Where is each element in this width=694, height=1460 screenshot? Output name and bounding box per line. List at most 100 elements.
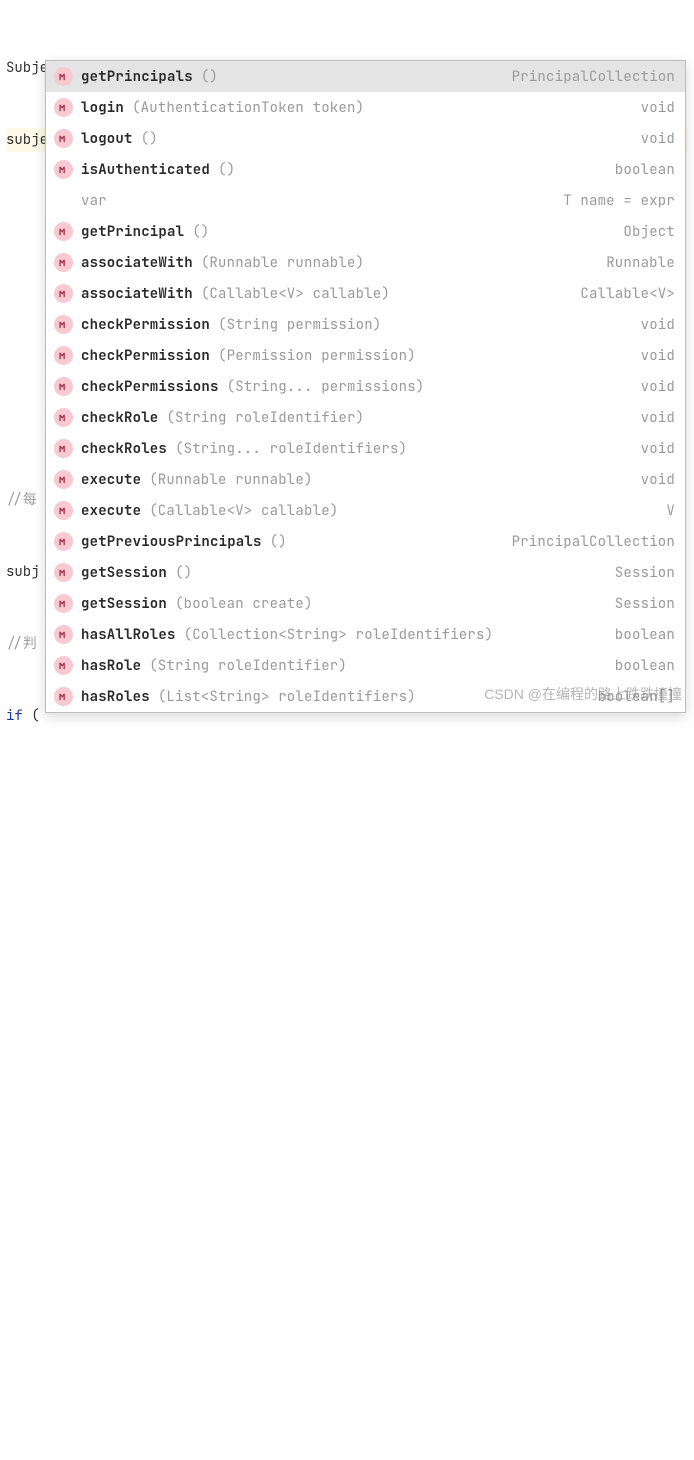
completion-item[interactable]: login(AuthenticationToken token)void	[46, 92, 685, 123]
completion-item[interactable]: hasRoles (List<String> roleIdentifiers) bo…	[46, 681, 685, 712]
method-icon	[54, 408, 73, 427]
completion-return-type: Session	[615, 595, 675, 613]
token-text: subj	[6, 563, 40, 581]
completion-item[interactable]: getSession (boolean create) Session	[46, 588, 685, 619]
method-icon	[54, 346, 73, 365]
completion-params: (String permission)	[218, 316, 381, 334]
completion-item[interactable]: execute (Runnable runnable) void	[46, 464, 685, 495]
completion-name: hasRoles	[81, 688, 150, 706]
completion-item[interactable]: getPrincipals () PrincipalCollection	[46, 61, 685, 92]
code-line	[6, 1352, 688, 1376]
completion-return-type: boolean[]	[598, 688, 675, 706]
completion-return-type: void	[641, 347, 675, 365]
completion-item[interactable]: getSession()Session	[46, 557, 685, 588]
completion-name: checkPermission	[81, 316, 210, 334]
completion-name: getPreviousPrincipals	[81, 533, 262, 551]
method-icon	[54, 687, 73, 706]
completion-return-type: void	[641, 409, 675, 427]
completion-item[interactable]: logout () void	[46, 123, 685, 154]
completion-name: checkPermissions	[81, 378, 219, 396]
code-line	[6, 1064, 688, 1088]
completion-item[interactable]: checkPermissions (String... permissions) v…	[46, 371, 685, 402]
completion-params: ()	[141, 130, 158, 148]
completion-name: logout	[81, 130, 133, 148]
completion-params: (Callable<V> callable)	[201, 285, 390, 303]
completion-return-type: void	[641, 316, 675, 334]
completion-item[interactable]: hasRole(String roleIdentifier)boolean	[46, 650, 685, 681]
completion-name: execute	[81, 471, 141, 489]
completion-name: getPrincipals	[81, 68, 193, 86]
method-icon	[54, 594, 73, 613]
completion-return-type: void	[641, 99, 675, 117]
completion-params: (Runnable runnable)	[201, 254, 364, 272]
completion-name: getSession	[81, 595, 167, 613]
completion-params: (String roleIdentifier)	[166, 409, 364, 427]
code-line	[6, 1136, 688, 1160]
method-icon	[54, 656, 73, 675]
completion-params: (boolean create)	[175, 595, 313, 613]
completion-return-type: void	[641, 130, 675, 148]
completion-params: (String... roleIdentifiers)	[175, 440, 407, 458]
completion-params: (Runnable runnable)	[149, 471, 312, 489]
method-icon	[54, 470, 73, 489]
completion-name: associateWith	[81, 285, 193, 303]
completion-name: hasAllRoles	[81, 626, 176, 644]
method-icon	[54, 284, 73, 303]
completion-item[interactable]: hasAllRoles (Collection<String> roleIdent…	[46, 619, 685, 650]
completion-params: ()	[201, 68, 218, 86]
completion-return-type: void	[641, 440, 675, 458]
completion-params: (Collection<String> roleIdentifiers)	[184, 626, 494, 644]
token-comment: //判	[6, 635, 37, 653]
completion-item[interactable]: checkRole (String roleIdentifier) void	[46, 402, 685, 433]
token-text: (	[31, 707, 39, 725]
method-icon	[54, 222, 73, 241]
completion-return-type: PrincipalCollection	[512, 68, 675, 86]
method-icon	[54, 625, 73, 644]
completion-name: checkRole	[81, 409, 158, 427]
completion-params: (String... permissions)	[227, 378, 425, 396]
completion-return-type: void	[641, 378, 675, 396]
completion-name: checkRoles	[81, 440, 167, 458]
autocomplete-popup[interactable]: getPrincipals()PrincipalCollectionlogin(…	[45, 60, 686, 713]
completion-return-type: T name = expr	[563, 192, 675, 210]
method-icon	[54, 563, 73, 582]
completion-item[interactable]: getPrincipal () Object	[46, 216, 685, 247]
method-icon	[54, 129, 73, 148]
method-icon	[54, 160, 73, 179]
completion-return-type: void	[641, 471, 675, 489]
completion-return-type: Callable<V>	[580, 285, 675, 303]
completion-params: ()	[175, 564, 192, 582]
completion-return-type: boolean	[615, 161, 675, 179]
completion-name: associateWith	[81, 254, 193, 272]
code-line	[6, 848, 688, 872]
completion-name: getPrincipal	[81, 223, 184, 241]
completion-item[interactable]: associateWith(Runnable runnable)Runnable	[46, 247, 685, 278]
completion-params: ()	[218, 161, 235, 179]
completion-item[interactable]: checkRoles (String... roleIdentifiers) voi…	[46, 433, 685, 464]
completion-params: (AuthenticationToken token)	[132, 99, 364, 117]
completion-item[interactable]: isAuthenticated () boolean	[46, 154, 685, 185]
completion-return-type: Object	[623, 223, 675, 241]
method-icon	[54, 191, 73, 210]
completion-name: checkPermission	[81, 347, 210, 365]
completion-item[interactable]: checkPermission(Permission permission)vo…	[46, 340, 685, 371]
completion-item[interactable]: associateWith (Callable<V> callable) Calla…	[46, 278, 685, 309]
completion-return-type: boolean	[615, 657, 675, 675]
completion-item[interactable]: var T name = expr	[46, 185, 685, 216]
completion-name: isAuthenticated	[81, 161, 210, 179]
completion-name: var	[81, 192, 107, 210]
completion-params: (List<String> roleIdentifiers)	[158, 688, 416, 706]
method-icon	[54, 439, 73, 458]
completion-item[interactable]: checkPermission (String permission) void	[46, 309, 685, 340]
completion-item[interactable]: execute(Callable<V> callable)V	[46, 495, 685, 526]
code-line	[6, 920, 688, 944]
method-icon	[54, 253, 73, 272]
completion-params: ()	[270, 533, 287, 551]
method-icon	[54, 67, 73, 86]
completion-return-type: Session	[615, 564, 675, 582]
completion-params: ()	[192, 223, 209, 241]
completion-item[interactable]: getPreviousPrincipals () PrincipalCollecti…	[46, 526, 685, 557]
token-comment: //每	[6, 491, 37, 509]
completion-return-type: PrincipalCollection	[512, 533, 675, 551]
completion-name: hasRole	[81, 657, 141, 675]
